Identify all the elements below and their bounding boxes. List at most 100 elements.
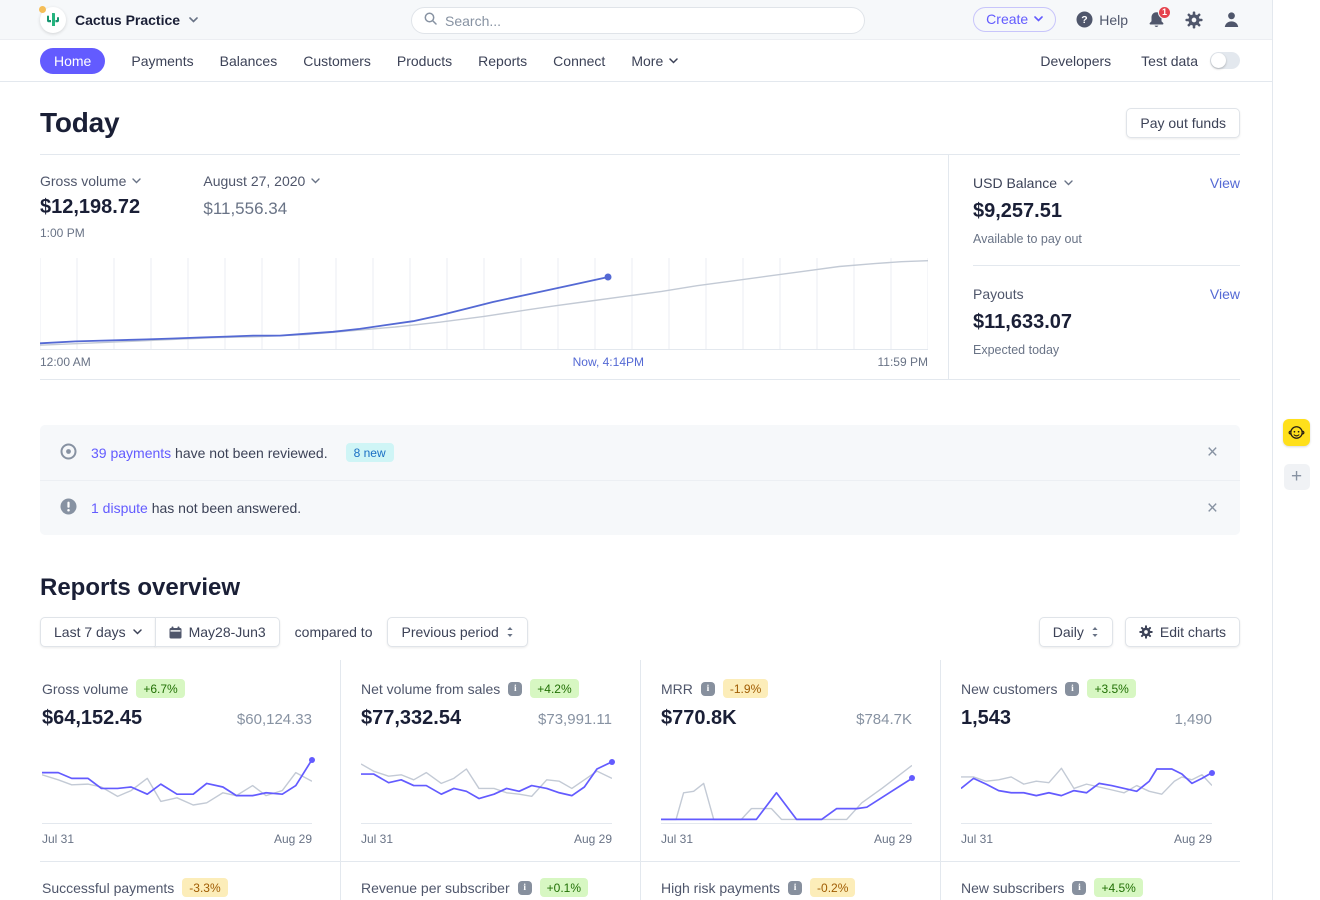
nav-tab-payments[interactable]: Payments — [131, 53, 193, 69]
metric-name: New customers — [961, 681, 1057, 697]
question-icon: ? — [1076, 11, 1093, 28]
top-bar: Cactus Practice Create ? Help 1 — [0, 0, 1272, 40]
chevron-down-icon — [133, 629, 142, 635]
notification-count-badge: 1 — [1158, 6, 1171, 19]
info-icon[interactable]: i — [788, 881, 802, 895]
create-button[interactable]: Create — [973, 7, 1056, 32]
comparison-period-select[interactable]: Previous period — [387, 617, 527, 647]
add-extension-button[interactable]: + — [1284, 464, 1310, 490]
usd-balance-value: $9,257.51 — [973, 200, 1240, 223]
metric-compare-value: $784.7K — [856, 711, 912, 728]
chart-current-point — [605, 274, 612, 281]
x-tick-start: 12:00 AM — [40, 355, 91, 369]
payouts-block: Payouts View $11,633.07 Expected today — [973, 265, 1240, 376]
chevron-down-icon — [132, 178, 141, 184]
profile-button[interactable] — [1223, 11, 1240, 28]
delta-badge: -1.9% — [723, 679, 768, 698]
usd-balance-selector[interactable]: USD Balance — [973, 175, 1073, 191]
date-range-button[interactable]: Last 7 days — [40, 617, 156, 647]
nav-developers[interactable]: Developers — [1040, 53, 1111, 69]
gross-volume-value: $12,198.72 — [40, 196, 141, 219]
sparkline-chart — [661, 751, 912, 824]
gross-volume-time: 1:00 PM — [40, 226, 141, 240]
metric-cards-grid: Gross volume+6.7%$64,152.45$60,124.33Jul… — [40, 660, 1240, 900]
nav-tab-customers[interactable]: Customers — [303, 53, 371, 69]
info-icon[interactable]: i — [518, 881, 532, 895]
metric-card-mrr: MRRi-1.9%$770.8K$784.7KJul 31Aug 29 — [640, 660, 940, 862]
calendar-icon — [169, 626, 182, 639]
search-box[interactable] — [411, 7, 865, 34]
mailchimp-extension-icon[interactable] — [1283, 419, 1310, 446]
info-icon[interactable]: i — [1072, 881, 1086, 895]
metric-compare-value: 1,490 — [1174, 711, 1212, 728]
sparkline-chart — [961, 751, 1212, 824]
nav-tab-balances[interactable]: Balances — [220, 53, 278, 69]
view-balance-link[interactable]: View — [1210, 175, 1240, 191]
today-chart — [40, 254, 928, 350]
custom-dates-button[interactable]: May28-Jun3 — [155, 617, 280, 647]
metric-name: Gross volume — [42, 681, 128, 697]
today-section: Gross volume $12,198.72 1:00 PM August 2… — [40, 154, 1240, 380]
interval-select[interactable]: Daily — [1039, 617, 1113, 647]
metric-card-successful-payments: Successful payments-3.3%5,296 — [40, 862, 340, 900]
nav-tab-home[interactable]: Home — [40, 48, 105, 74]
comparison-date-selector[interactable]: August 27, 2020 — [203, 173, 320, 189]
sparkline-end-dot — [309, 757, 315, 763]
sparkline-end-dot — [1209, 770, 1215, 776]
notice-row-2: 1 dispute has not been answered.× — [40, 480, 1240, 535]
nav-tab-connect[interactable]: Connect — [553, 53, 605, 69]
delta-badge: +4.2% — [530, 679, 578, 698]
search-icon — [424, 12, 437, 30]
pay-out-funds-button[interactable]: Pay out funds — [1126, 108, 1240, 138]
metric-name: Net volume from sales — [361, 681, 500, 697]
nav-tab-more[interactable]: More — [631, 53, 678, 69]
reports-overview-title: Reports overview — [40, 574, 1240, 602]
help-button[interactable]: ? Help — [1076, 11, 1128, 28]
toggle-knob — [1211, 53, 1226, 68]
extensions-rail: + — [1272, 0, 1320, 900]
metric-card-net-volume-from-sales: Net volume from salesi+4.2%$77,332.54$73… — [340, 660, 640, 862]
account-switcher[interactable]: Cactus Practice — [40, 7, 198, 33]
delta-badge: +3.5% — [1087, 679, 1135, 698]
main-area: Cactus Practice Create ? Help 1 — [0, 0, 1272, 900]
close-icon[interactable]: × — [1207, 443, 1218, 462]
info-icon[interactable]: i — [1065, 682, 1079, 696]
gross-volume-selector[interactable]: Gross volume — [40, 173, 141, 189]
person-icon — [1223, 11, 1240, 28]
comparison-stat: August 27, 2020 $11,556.34 — [203, 173, 320, 240]
info-icon[interactable]: i — [508, 682, 522, 696]
notice-link[interactable]: 39 payments — [91, 445, 171, 461]
nav-tab-products[interactable]: Products — [397, 53, 452, 69]
close-icon[interactable]: × — [1207, 499, 1218, 518]
page-title-today: Today — [40, 107, 119, 139]
metric-value: $77,332.54 — [361, 707, 461, 730]
org-name: Cactus Practice — [75, 12, 180, 28]
metric-name: High risk payments — [661, 880, 780, 896]
nav-tab-reports[interactable]: Reports — [478, 53, 527, 69]
spark-x-start: Jul 31 — [661, 832, 693, 846]
settings-button[interactable] — [1185, 11, 1203, 29]
sparkline-chart — [361, 751, 612, 824]
spark-x-start: Jul 31 — [361, 832, 393, 846]
test-data-toggle[interactable] — [1210, 52, 1240, 69]
payouts-value: $11,633.07 — [973, 311, 1240, 334]
info-icon[interactable]: i — [701, 682, 715, 696]
view-payouts-link[interactable]: View — [1210, 286, 1240, 302]
chevron-down-icon — [669, 58, 678, 64]
metric-name: MRR — [661, 681, 693, 697]
delta-badge: +6.7% — [136, 679, 184, 698]
notifications-button[interactable]: 1 — [1148, 11, 1165, 29]
metric-card-new-subscribers: New subscribersi+4.5%12,282 — [940, 862, 1240, 900]
notice-link[interactable]: 1 dispute — [91, 500, 148, 516]
x-tick-end: 11:59 PM — [878, 355, 928, 369]
svg-text:?: ? — [1081, 14, 1087, 26]
usd-balance-sub: Available to pay out — [973, 232, 1240, 246]
metric-name: Successful payments — [42, 880, 174, 896]
notice-row-1: 39 payments have not been reviewed.8 new… — [40, 425, 1240, 480]
chevron-down-icon — [1064, 180, 1073, 186]
search-input[interactable] — [445, 13, 852, 29]
review-eye-icon — [60, 443, 77, 463]
edit-charts-button[interactable]: Edit charts — [1125, 617, 1240, 647]
delta-badge: +4.5% — [1094, 878, 1142, 897]
chevron-down-icon — [189, 17, 198, 23]
